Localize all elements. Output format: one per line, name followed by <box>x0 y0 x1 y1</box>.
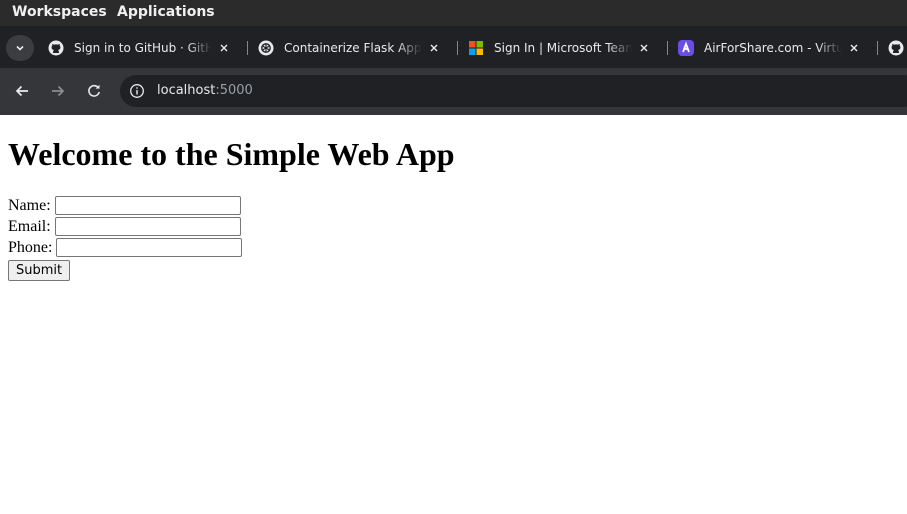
phone-label: Phone: <box>8 238 53 256</box>
email-label: Email: <box>8 217 51 235</box>
tab-containerize-flask[interactable]: Containerize Flask App <box>258 32 442 64</box>
tab-separator <box>247 41 248 55</box>
arrow-right-icon <box>52 85 65 97</box>
tab-separator <box>667 41 668 55</box>
tab-title: Containerize Flask App <box>284 41 422 55</box>
tab-separator <box>457 41 458 55</box>
contact-form: Name: Email: Phone: Submit <box>8 195 243 281</box>
reload-icon <box>88 84 100 97</box>
close-icon[interactable] <box>426 40 442 56</box>
phone-row: Phone: <box>8 237 243 258</box>
workspaces-menu[interactable]: Workspaces <box>12 4 107 20</box>
desktop-top-bar: Workspaces Applications <box>0 0 907 26</box>
forward-button[interactable] <box>46 79 70 103</box>
url-host: localhost <box>157 83 216 98</box>
microsoft-icon <box>468 40 484 56</box>
chevron-down-icon <box>16 45 24 51</box>
url-text[interactable]: localhost:5000 <box>157 83 253 98</box>
tab-github-partial[interactable] <box>888 32 907 64</box>
browser-toolbar: localhost:5000 <box>0 68 907 115</box>
reload-button[interactable] <box>82 79 106 103</box>
url-port: :5000 <box>215 83 253 98</box>
email-input[interactable] <box>54 217 241 236</box>
close-icon[interactable] <box>846 40 862 56</box>
airforshare-icon <box>678 40 694 56</box>
tab-title: Sign in to GitHub · GitHub <box>74 41 212 55</box>
arrow-left-icon <box>15 85 28 97</box>
close-icon[interactable] <box>216 40 232 56</box>
tab-title: AirForShare.com - Virtual Clipboard <box>704 41 842 55</box>
page-content: Welcome to the Simple Web App Name: Emai… <box>0 115 907 514</box>
email-row: Email: <box>8 216 242 237</box>
tab-title: Sign In | Microsoft Teams <box>494 41 632 55</box>
tab-github[interactable]: Sign in to GitHub · GitHub <box>48 32 232 64</box>
tab-separator <box>877 41 878 55</box>
applications-menu[interactable]: Applications <box>117 4 215 20</box>
github-icon <box>888 40 904 56</box>
name-label: Name: <box>8 196 51 214</box>
openai-icon <box>258 40 274 56</box>
name-input[interactable] <box>54 196 241 215</box>
name-row: Name: <box>8 195 242 216</box>
phone-input[interactable] <box>56 238 243 257</box>
tab-airforshare[interactable]: AirForShare.com - Virtual Clipboard <box>678 32 862 64</box>
back-button[interactable] <box>10 79 34 103</box>
close-icon[interactable] <box>636 40 652 56</box>
tab-microsoft-teams[interactable]: Sign In | Microsoft Teams <box>468 32 652 64</box>
submit-button[interactable]: Submit <box>8 260 71 281</box>
github-icon <box>48 40 64 56</box>
tab-search-button[interactable] <box>6 35 34 61</box>
address-bar[interactable]: localhost:5000 <box>120 75 907 107</box>
tab-strip: Sign in to GitHub · GitHub Containerize … <box>0 26 907 68</box>
info-icon[interactable] <box>129 83 145 99</box>
page-title: Welcome to the Simple Web App <box>8 136 455 172</box>
